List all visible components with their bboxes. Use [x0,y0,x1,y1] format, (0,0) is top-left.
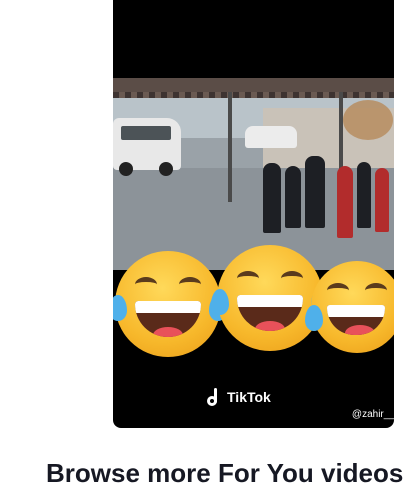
emoji-overlay [113,245,394,365]
face-with-tears-of-joy-icon [305,261,394,353]
video-scene-pole [228,92,232,202]
video-scene-roof-edge [113,92,394,98]
tiktok-logo-icon [207,388,223,406]
browse-more-heading: Browse more For You videos [46,458,404,488]
video-frame [113,78,394,270]
video-scene-person [375,168,389,232]
video-scene-person [305,156,325,228]
tiktok-watermark: TikTok [207,388,271,406]
video-scene-roof [113,78,394,92]
face-with-tears-of-joy-icon [113,251,227,357]
tiktok-watermark-text: TikTok [227,389,271,405]
video-scene-van [113,118,181,176]
video-scene-person [263,163,281,233]
video-scene-tree [343,100,393,140]
video-scene-person [357,162,371,228]
video-scene-car [245,126,297,148]
face-with-tears-of-joy-icon [211,245,329,351]
video-scene-person [337,166,353,238]
creator-handle: @zahir__14 [351,409,406,420]
video-player[interactable] [113,0,394,428]
video-scene-person [285,166,301,228]
